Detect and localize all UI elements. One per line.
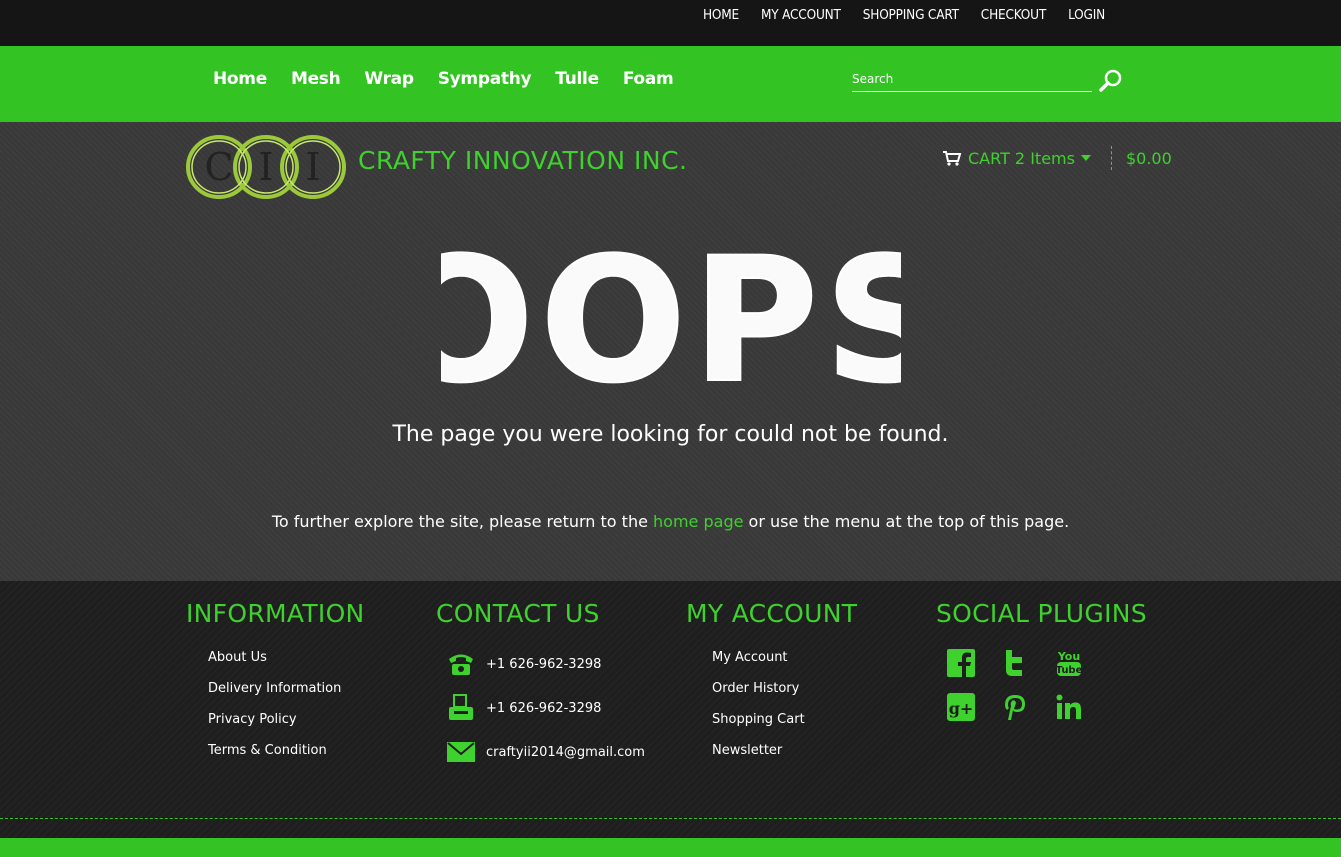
top-link-login-text[interactable]: LOGIN: [1068, 7, 1105, 23]
search-button[interactable]: [1098, 68, 1124, 94]
top-link-login[interactable]: LOGIN: [1068, 7, 1105, 23]
footer-information-title: INFORMATION: [186, 599, 365, 628]
youtube-link[interactable]: You Tube: [1054, 648, 1108, 682]
phone-icon: [449, 654, 473, 675]
logo-graphic: C I I: [186, 135, 346, 199]
footer-information: INFORMATION About Us Delivery Informatio…: [186, 599, 365, 774]
newsletter-link[interactable]: Newsletter: [712, 743, 782, 758]
svg-text:g+: g+: [949, 699, 974, 718]
footer-link-shopping-cart[interactable]: Shopping Cart: [712, 712, 857, 727]
my-account-link[interactable]: My Account: [712, 650, 788, 665]
contact-fax: +1 626-962-3298: [436, 694, 645, 722]
explore-text-before: To further explore the site, please retu…: [271, 512, 654, 531]
main-content: C I I CRAFTY INNOVATION INC. CART 2 Item…: [0, 122, 1341, 581]
nav-item-foam[interactable]: Foam: [623, 69, 674, 89]
fax-icon: [449, 694, 473, 720]
top-link-my-account-text[interactable]: MY ACCOUNT: [761, 7, 841, 23]
nav-item-wrap[interactable]: Wrap: [364, 69, 414, 89]
oops-graphic: OOPS: [441, 240, 901, 390]
footer: INFORMATION About Us Delivery Informatio…: [0, 581, 1341, 838]
cart-total: $0.00: [1125, 148, 1172, 168]
top-link-my-account[interactable]: MY ACCOUNT: [761, 7, 841, 23]
footer-link-newsletter[interactable]: Newsletter: [712, 743, 857, 758]
facebook-link[interactable]: [946, 648, 1000, 682]
explore-text-after: or use the menu at the top of this page.: [743, 512, 1070, 531]
footer-account-title: MY ACCOUNT: [686, 599, 858, 628]
footer-link-my-account[interactable]: My Account: [712, 650, 857, 665]
delivery-information-link[interactable]: Delivery Information: [208, 681, 341, 696]
footer-my-account: MY ACCOUNT My Account Order History Shop…: [686, 599, 857, 774]
footer-link-delivery[interactable]: Delivery Information: [208, 681, 365, 696]
oops-text: OOPS: [441, 240, 901, 390]
footer-social: SOCIAL PLUGINS You Tube g+: [936, 599, 1147, 726]
not-found-message: The page you were looking for could not …: [392, 422, 949, 447]
nav-item-sympathy[interactable]: Sympathy: [438, 69, 532, 89]
footer-link-terms[interactable]: Terms & Condition: [208, 743, 365, 758]
footer-social-title: SOCIAL PLUGINS: [936, 599, 1147, 628]
svg-text:Tube: Tube: [1056, 665, 1083, 676]
footer-divider: [0, 818, 1341, 819]
shopping-cart-link[interactable]: Shopping Cart: [712, 712, 805, 727]
oops-heading: OOPS: [0, 240, 1341, 390]
site-logo[interactable]: C I I: [186, 134, 346, 200]
svg-text:C: C: [204, 145, 233, 189]
google-plus-link[interactable]: g+: [946, 692, 1000, 726]
twitter-link[interactable]: [1000, 648, 1054, 682]
about-us-link[interactable]: About Us: [208, 650, 267, 665]
contact-email-address[interactable]: craftyii2014@gmail.com: [486, 745, 645, 760]
top-link-checkout[interactable]: CHECKOUT: [981, 7, 1046, 23]
search-input[interactable]: [852, 66, 1092, 91]
social-icons: You Tube g+: [946, 648, 1147, 726]
top-link-shopping-cart[interactable]: SHOPPING CART: [863, 7, 959, 23]
facebook-icon: [947, 649, 975, 677]
google-plus-icon: g+: [947, 693, 975, 721]
main-nav-bar: Home Mesh Wrap Sympathy Tulle Foam: [0, 46, 1341, 122]
twitter-icon: [1006, 650, 1022, 676]
footer-contact: CONTACT US +1 626-962-3298 +1 626-962-32…: [436, 599, 645, 766]
pinterest-link[interactable]: [1000, 692, 1054, 726]
linkedin-link[interactable]: [1054, 692, 1108, 726]
top-link-checkout-text[interactable]: CHECKOUT: [981, 7, 1046, 23]
order-history-link[interactable]: Order History: [712, 681, 799, 696]
search-box: [852, 66, 1092, 92]
svg-text:I: I: [305, 145, 320, 189]
footer-link-about-us[interactable]: About Us: [208, 650, 365, 665]
top-utility-bar: HOME MY ACCOUNT SHOPPING CART CHECKOUT L…: [0, 0, 1341, 46]
contact-phone-number: +1 626-962-3298: [486, 656, 602, 672]
bottom-bar: [0, 838, 1341, 857]
explore-message: To further explore the site, please retu…: [0, 512, 1341, 531]
cart-icon: [943, 151, 962, 166]
linkedin-icon: [1056, 694, 1081, 719]
contact-fax-number: +1 626-962-3298: [486, 700, 602, 716]
footer-link-order-history[interactable]: Order History: [712, 681, 857, 696]
footer-link-privacy[interactable]: Privacy Policy: [208, 712, 365, 727]
nav-item-tulle[interactable]: Tulle: [555, 69, 599, 89]
svg-text:You: You: [1057, 650, 1080, 663]
search-icon: [1099, 69, 1122, 92]
contact-email: craftyii2014@gmail.com: [436, 738, 645, 766]
contact-phone: +1 626-962-3298: [436, 650, 645, 678]
email-icon: [447, 742, 475, 762]
terms-condition-link[interactable]: Terms & Condition: [208, 743, 327, 758]
pinterest-icon: [1005, 695, 1025, 720]
top-links: HOME MY ACCOUNT SHOPPING CART CHECKOUT L…: [681, 7, 1105, 23]
top-link-home-text[interactable]: HOME: [703, 7, 739, 23]
category-menu: Home Mesh Wrap Sympathy Tulle Foam: [213, 69, 697, 89]
nav-item-home[interactable]: Home: [213, 69, 267, 89]
cart-label: CART 2 Items: [968, 148, 1075, 168]
home-page-link[interactable]: home page: [653, 512, 743, 531]
chevron-down-icon: [1080, 155, 1091, 161]
youtube-icon: You Tube: [1056, 650, 1083, 676]
nav-item-mesh[interactable]: Mesh: [291, 69, 341, 89]
top-link-home[interactable]: HOME: [703, 7, 739, 23]
cart-dropdown[interactable]: CART 2 Items $0.00: [942, 146, 1172, 170]
brand-name[interactable]: CRAFTY INNOVATION INC.: [358, 146, 687, 175]
top-link-shopping-cart-text[interactable]: SHOPPING CART: [863, 7, 959, 23]
svg-text:I: I: [258, 145, 273, 189]
footer-contact-title: CONTACT US: [436, 599, 600, 628]
privacy-policy-link[interactable]: Privacy Policy: [208, 712, 297, 727]
cart-divider: [1110, 146, 1112, 170]
